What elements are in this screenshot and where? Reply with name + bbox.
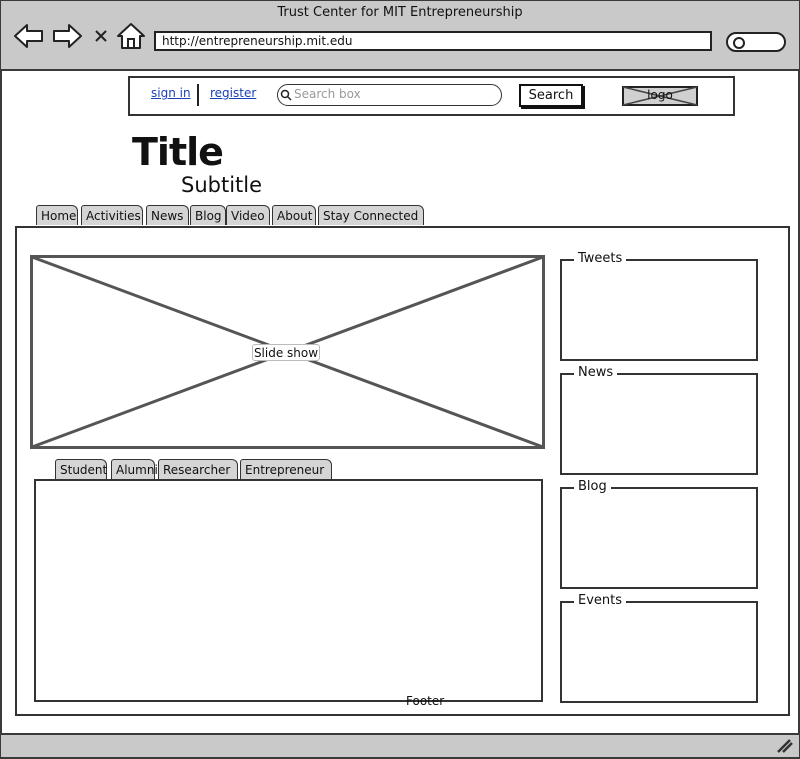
search-icon [280,89,292,101]
link-divider [197,84,199,106]
footer: Footer [406,694,445,708]
slideshow-label: Slide show [252,344,320,361]
resize-grip-icon[interactable] [774,737,794,753]
url-bar[interactable]: http://entrepreneurship.mit.edu [154,31,712,51]
tab-entrepreneur[interactable]: Entrepreneur [240,459,332,479]
tab-home[interactable]: Home [36,205,78,225]
tab-video[interactable]: Video [226,205,270,225]
stop-icon[interactable] [94,29,108,43]
home-icon[interactable] [115,22,147,50]
blog-heading: Blog [574,479,611,494]
audience-tabs: Student Alumni Researcher Entrepreneur [55,459,345,480]
window-title: Trust Center for MIT Entrepreneurship [277,5,523,20]
tab-student[interactable]: Student [55,459,107,479]
tab-researcher[interactable]: Researcher [158,459,238,479]
tab-news[interactable]: News [146,205,189,225]
search-icon [733,37,745,49]
logo-label: logo [647,88,673,102]
browser-status-bar [1,733,799,757]
sign-in-link[interactable]: sign in [151,86,191,100]
back-arrow-icon[interactable] [13,22,45,50]
tab-blog[interactable]: Blog [190,205,226,225]
events-heading: Events [574,593,627,608]
events-box: Events [560,593,758,703]
tab-about[interactable]: About [272,205,316,225]
search-input[interactable]: Search box [277,84,502,106]
search-button[interactable]: Search [519,84,583,107]
register-link[interactable]: register [210,86,256,100]
page-subtitle: Subtitle [181,173,263,197]
news-box: News [560,365,758,475]
main-nav-tabs: Home Activities News Blog Video About St… [36,205,436,226]
news-heading: News [574,365,618,380]
tab-alumni[interactable]: Alumni [111,459,158,479]
tab-activities[interactable]: Activities [81,205,143,225]
blog-box: Blog [560,479,758,589]
page-title: Title [132,130,224,174]
forward-arrow-icon[interactable] [51,22,83,50]
tweets-heading: Tweets [574,251,627,266]
tab-stay-connected[interactable]: Stay Connected [318,205,424,225]
audience-content-panel [34,479,543,702]
tweets-box: Tweets [560,251,758,361]
browser-search-field[interactable] [726,32,786,52]
